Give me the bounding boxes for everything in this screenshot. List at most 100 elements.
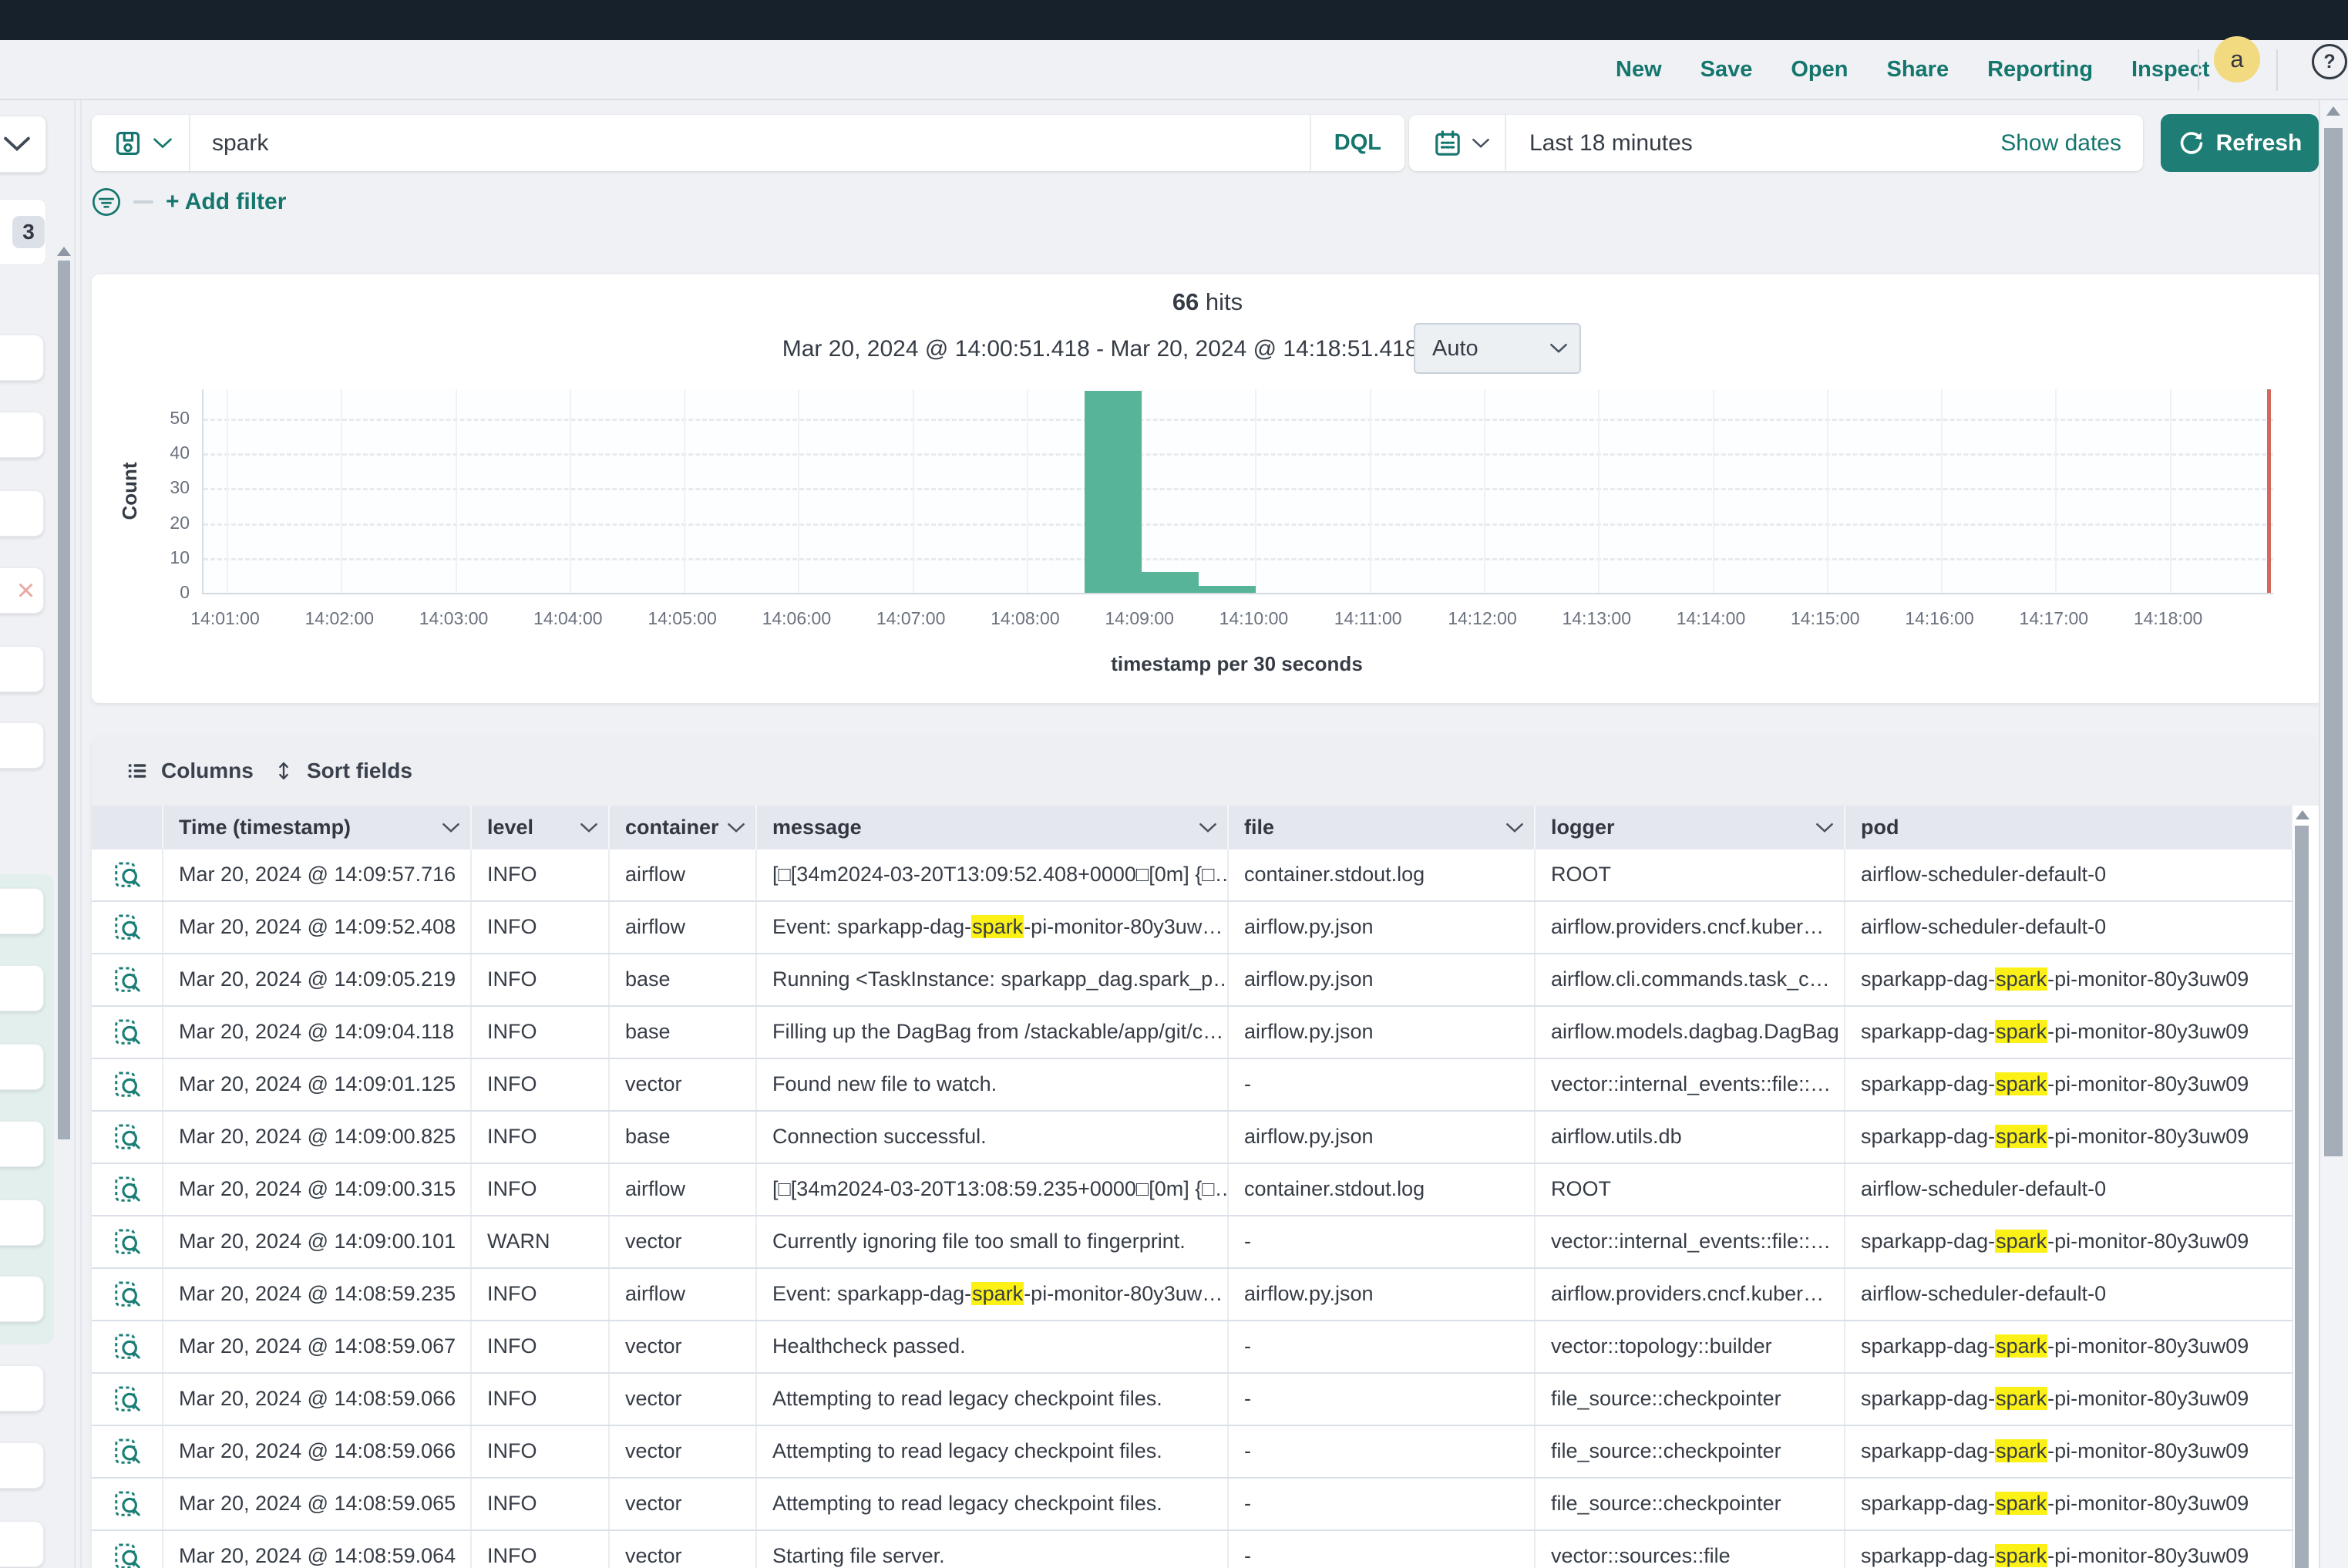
column-header-label: message <box>772 816 862 840</box>
sidebar-field-card[interactable] <box>0 1276 44 1322</box>
refresh-button[interactable]: Refresh <box>2161 114 2319 172</box>
sidebar-field-card[interactable] <box>0 965 44 1011</box>
cell-logger: ROOT <box>1536 850 1845 900</box>
cell-pod: sparkapp-dag-spark-pi-monitor-80y3uw09 <box>1845 1059 2293 1110</box>
sidebar-field-card[interactable] <box>0 646 44 692</box>
sidebar-scrollbar-thumb[interactable] <box>58 261 70 1139</box>
x-tick-label: 14:04:00 <box>510 608 626 629</box>
column-header-time--timestamp-[interactable]: Time (timestamp) <box>163 806 472 850</box>
interval-value: Auto <box>1415 336 1478 362</box>
sidebar-divider <box>80 100 82 1568</box>
nav-link-save[interactable]: Save <box>1700 57 1753 82</box>
cell-file: container.stdout.log <box>1229 850 1536 900</box>
column-menu-chevron[interactable] <box>580 823 597 833</box>
expand-row-button[interactable] <box>92 1374 163 1425</box>
column-menu-chevron[interactable] <box>1199 823 1216 833</box>
sidebar-field-card[interactable] <box>0 888 44 934</box>
saved-query-menu-button[interactable] <box>92 129 189 158</box>
nav-link-reporting[interactable]: Reporting <box>1987 57 2093 82</box>
page-scroll-up-icon[interactable] <box>2326 106 2340 116</box>
expand-row-button[interactable] <box>92 1059 163 1110</box>
cell-file: airflow.py.json <box>1229 902 1536 953</box>
sidebar-field-card[interactable] <box>0 1121 44 1167</box>
add-filter-button[interactable]: + Add filter <box>166 189 286 215</box>
expand-row-button[interactable] <box>92 1164 163 1215</box>
interval-select[interactable]: Auto <box>1414 323 1581 374</box>
time-range-value[interactable]: Last 18 minutes <box>1506 130 2000 156</box>
x-gridline <box>1713 389 1714 593</box>
column-header-pod[interactable]: pod <box>1845 806 2293 850</box>
cell-message: Currently ignoring file too small to fin… <box>757 1216 1229 1267</box>
inspect-document-icon <box>113 1018 142 1047</box>
sidebar-field-card[interactable] <box>0 490 44 537</box>
sidebar-field-card[interactable]: × <box>0 567 44 614</box>
expand-row-button[interactable] <box>92 954 163 1005</box>
x-gridline <box>570 389 571 593</box>
search-input[interactable]: spark <box>190 130 1310 156</box>
show-dates-button[interactable]: Show dates <box>2000 130 2143 156</box>
chevron-down-icon <box>1550 343 1567 354</box>
sidebar-field-card[interactable] <box>0 1200 44 1246</box>
table-body: Mar 20, 2024 @ 14:09:57.716INFOairflow[□… <box>92 850 2293 1568</box>
page-scrollbar-thumb[interactable] <box>2324 128 2343 1156</box>
expand-row-button[interactable] <box>92 902 163 953</box>
column-header-message[interactable]: message <box>757 806 1229 850</box>
table-row: Mar 20, 2024 @ 14:09:00.825INFObaseConne… <box>92 1112 2293 1164</box>
date-picker-bar: Last 18 minutes Show dates <box>1409 115 2143 171</box>
column-header-container[interactable]: container <box>610 806 757 850</box>
cell-time: Mar 20, 2024 @ 14:09:00.101 <box>163 1216 472 1267</box>
help-icon[interactable]: ? <box>2312 44 2347 79</box>
nav-link-share[interactable]: Share <box>1887 57 1949 82</box>
expand-row-button[interactable] <box>92 1112 163 1163</box>
expand-row-button[interactable] <box>92 850 163 900</box>
inspect-document-icon <box>113 913 142 942</box>
column-menu-chevron[interactable] <box>728 823 745 833</box>
expand-row-button[interactable] <box>92 1007 163 1058</box>
column-header-level[interactable]: level <box>472 806 610 850</box>
expand-row-button[interactable] <box>92 1531 163 1568</box>
inspect-document-icon <box>113 1122 142 1152</box>
filter-icon[interactable] <box>92 187 121 217</box>
cell-message: Running <TaskInstance: sparkapp_dag.spar… <box>757 954 1229 1005</box>
sidebar-field-card[interactable] <box>0 335 44 381</box>
nav-link-open[interactable]: Open <box>1791 57 1848 82</box>
remove-field-icon[interactable]: × <box>17 574 35 608</box>
table-scroll-up-icon[interactable] <box>2296 810 2309 819</box>
table-scrollbar-thumb[interactable] <box>2295 826 2309 1568</box>
date-picker-menu-button[interactable] <box>1409 128 1505 159</box>
columns-button[interactable]: Columns <box>126 736 254 806</box>
sidebar-field-card[interactable] <box>0 1442 44 1489</box>
sidebar-field-card[interactable] <box>0 1044 44 1090</box>
expand-row-button[interactable] <box>92 1479 163 1529</box>
sidebar-field-card[interactable] <box>0 1365 44 1412</box>
cell-logger: airflow.providers.cncf.kuber… <box>1536 902 1845 953</box>
sidebar-field-card[interactable] <box>0 1521 44 1567</box>
table-row: Mar 20, 2024 @ 14:09:52.408INFOairflowEv… <box>92 902 2293 954</box>
query-language-button[interactable]: DQL <box>1311 130 1404 156</box>
expand-row-button[interactable] <box>92 1426 163 1477</box>
cell-level: INFO <box>472 1426 610 1477</box>
histogram-bar-14:08:30[interactable] <box>1085 391 1142 593</box>
sidebar-collapse-button[interactable] <box>0 116 46 173</box>
y-gridline <box>204 453 2273 456</box>
sidebar-field-card[interactable] <box>0 412 44 458</box>
cell-file: - <box>1229 1059 1536 1110</box>
histogram-bar-14:09:30[interactable] <box>1199 586 1256 593</box>
cell-pod: airflow-scheduler-default-0 <box>1845 902 2293 953</box>
expand-row-button[interactable] <box>92 1216 163 1267</box>
sidebar-scroll-up-icon[interactable] <box>57 247 71 256</box>
column-menu-chevron[interactable] <box>1506 823 1523 833</box>
avatar[interactable]: a <box>2214 36 2260 82</box>
column-menu-chevron[interactable] <box>442 823 459 833</box>
expand-row-button[interactable] <box>92 1321 163 1372</box>
histogram-bar-14:09:00[interactable] <box>1142 572 1199 593</box>
column-menu-chevron[interactable] <box>1816 823 1833 833</box>
sort-fields-button[interactable]: Sort fields <box>273 736 412 806</box>
column-header-file[interactable]: file <box>1229 806 1536 850</box>
inspect-document-icon <box>113 1070 142 1099</box>
nav-link-new[interactable]: New <box>1616 57 1662 82</box>
column-header-logger[interactable]: logger <box>1536 806 1845 850</box>
cell-time: Mar 20, 2024 @ 14:09:00.825 <box>163 1112 472 1163</box>
expand-row-button[interactable] <box>92 1269 163 1320</box>
sidebar-field-card[interactable] <box>0 722 44 769</box>
